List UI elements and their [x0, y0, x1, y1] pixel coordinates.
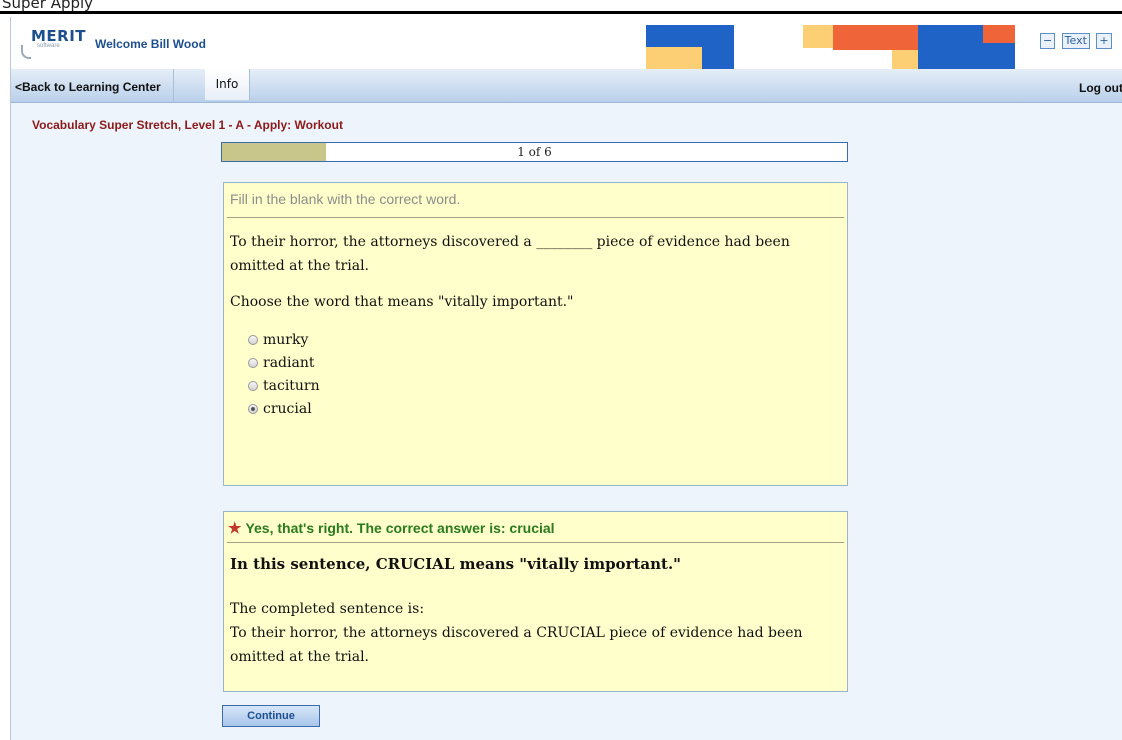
radio-icon[interactable]	[248, 357, 258, 368]
radio-icon[interactable]	[248, 380, 258, 391]
divider	[227, 217, 844, 218]
completed-label: The completed sentence is:	[230, 601, 425, 617]
logout-link[interactable]: Log out	[1079, 81, 1122, 95]
completed-sentence: To their horror, the attorneys discovere…	[230, 625, 803, 665]
progress-text: 1 of 6	[517, 145, 552, 159]
question-instruction: Fill in the blank with the correct word.	[230, 191, 461, 207]
lesson-title: Vocabulary Super Stretch, Level 1 - A - …	[32, 118, 343, 132]
question-prompt: Choose the word that means "vitally impo…	[230, 294, 574, 310]
question-sentence: To their horror, the attorneys discovere…	[230, 234, 790, 274]
browser-title-strip: Super Apply	[0, 0, 1122, 14]
browser-title-text: Super Apply	[2, 0, 94, 12]
completed-sentence-block: The completed sentence is: To their horr…	[230, 597, 837, 669]
welcome-text: Welcome Bill Wood	[95, 37, 206, 51]
radio-icon[interactable]	[248, 334, 258, 345]
option-label: taciturn	[263, 377, 320, 394]
navigation-bar: <Back to Learning Center Info	[11, 69, 1122, 103]
answer-options: murky radiant taciturn crucial	[248, 328, 847, 420]
logo-swoosh-icon	[21, 45, 31, 59]
option-crucial[interactable]: crucial	[248, 397, 847, 420]
text-size-control: − Text +	[1040, 33, 1114, 51]
option-label: radiant	[263, 354, 315, 371]
increase-text-button[interactable]: +	[1096, 33, 1112, 49]
question-panel: Fill in the blank with the correct word.…	[223, 182, 848, 486]
divider	[227, 542, 844, 543]
text-size-label[interactable]: Text	[1061, 33, 1090, 49]
decrease-text-button[interactable]: −	[1040, 33, 1056, 49]
option-taciturn[interactable]: taciturn	[248, 374, 847, 397]
back-to-learning-center-link[interactable]: <Back to Learning Center	[11, 69, 174, 102]
feedback-result-text: Yes, that's right. The correct answer is…	[245, 520, 555, 536]
option-label: crucial	[263, 400, 312, 417]
radio-selected-icon[interactable]	[248, 403, 258, 414]
header: MERIT software Welcome Bill Wood − Text …	[11, 17, 1122, 83]
option-label: murky	[263, 331, 309, 348]
option-radiant[interactable]: radiant	[248, 351, 847, 374]
star-icon: ★	[228, 520, 242, 537]
merit-logo: MERIT software	[21, 27, 86, 61]
feedback-meaning: In this sentence, CRUCIAL means "vitally…	[230, 555, 681, 573]
progress-bar: 1 of 6	[221, 142, 848, 162]
continue-button[interactable]: Continue	[222, 705, 320, 727]
feedback-result: ★ Yes, that's right. The correct answer …	[228, 518, 847, 538]
feedback-panel: ★ Yes, that's right. The correct answer …	[223, 511, 848, 692]
app-frame: MERIT software Welcome Bill Wood − Text …	[10, 17, 1122, 740]
option-murky[interactable]: murky	[248, 328, 847, 351]
info-tab[interactable]: Info	[205, 69, 250, 100]
